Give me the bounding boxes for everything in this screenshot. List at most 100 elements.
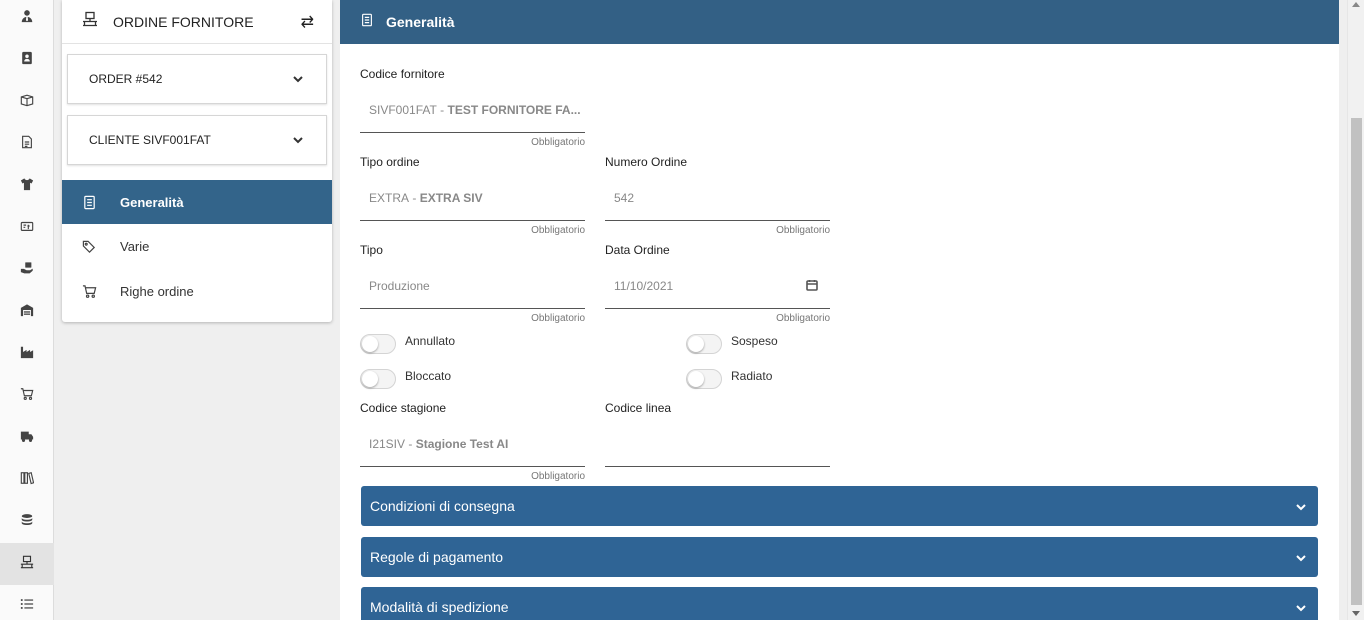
books-icon bbox=[20, 471, 35, 490]
field-code: I21SIV bbox=[369, 437, 406, 451]
nav-item-varie[interactable]: Varie bbox=[62, 224, 332, 268]
cart-icon bbox=[82, 284, 100, 299]
field-code: EXTRA bbox=[369, 191, 410, 205]
cart-icon bbox=[20, 387, 34, 406]
scroll-down-arrow-icon[interactable] bbox=[1352, 611, 1360, 616]
rail-item-truck[interactable] bbox=[0, 417, 54, 459]
nav-item-label: Varie bbox=[120, 238, 150, 254]
address-book-icon bbox=[20, 51, 34, 70]
user-tie-icon bbox=[20, 9, 34, 28]
field-label: Codice fornitore bbox=[360, 67, 445, 81]
client-dropdown[interactable]: CLIENTE SIVF001FAT bbox=[67, 115, 327, 165]
chevron-down-icon bbox=[1295, 551, 1307, 567]
toggle-track bbox=[686, 369, 722, 389]
toggle-track bbox=[360, 369, 396, 389]
rail-item-supplier-order[interactable] bbox=[0, 543, 54, 585]
required-hint: Obbligatorio bbox=[776, 225, 830, 236]
supplier-order-icon bbox=[20, 555, 34, 574]
coins-icon bbox=[20, 513, 34, 532]
required-hint: Obbligatorio bbox=[531, 471, 585, 482]
radiato-toggle[interactable]: Radiato bbox=[686, 369, 772, 389]
annullato-toggle[interactable]: Annullato bbox=[360, 334, 455, 354]
rail-item-user-tie[interactable] bbox=[0, 0, 54, 39]
document-list-icon bbox=[360, 13, 374, 32]
shirt-icon bbox=[20, 177, 34, 196]
chevron-down-icon bbox=[292, 134, 304, 146]
page-title: Generalità bbox=[386, 14, 455, 30]
bloccato-toggle[interactable]: Bloccato bbox=[360, 369, 451, 389]
nav-item-generalita[interactable]: Generalità bbox=[62, 180, 332, 224]
field-label: Codice linea bbox=[605, 401, 672, 415]
field-name: Stagione Test AI bbox=[415, 437, 509, 451]
box-open-icon bbox=[20, 93, 34, 112]
sospeso-toggle[interactable]: Sospeso bbox=[686, 334, 778, 354]
codice-linea-input[interactable] bbox=[605, 422, 830, 467]
nav-item-label: Generalità bbox=[120, 194, 184, 210]
file-invoice-icon bbox=[20, 219, 34, 238]
rail-item-hand-holding-box[interactable] bbox=[0, 249, 54, 291]
nav-item-label: Righe ordine bbox=[120, 283, 194, 299]
toggle-label: Bloccato bbox=[405, 369, 452, 383]
required-hint: Obbligatorio bbox=[531, 313, 585, 324]
required-hint: Obbligatorio bbox=[531, 225, 585, 236]
rail-item-books[interactable] bbox=[0, 459, 54, 501]
field-code: SIVF001FAT bbox=[369, 103, 437, 117]
hand-holding-box-icon bbox=[20, 261, 34, 280]
industry-icon bbox=[20, 345, 34, 364]
toggle-track bbox=[360, 334, 396, 354]
order-dropdown-label: ORDER #542 bbox=[89, 72, 163, 86]
supplier-order-icon bbox=[82, 11, 98, 32]
rail-item-file-invoice[interactable] bbox=[0, 207, 54, 249]
rail-item-shirt[interactable] bbox=[0, 165, 54, 207]
codice-fornitore-input[interactable]: SIVF001FAT - TEST FORNITORE FA... bbox=[360, 88, 585, 133]
main-header: Generalità bbox=[340, 0, 1339, 44]
page-scrollbar[interactable] bbox=[1347, 0, 1364, 620]
field-value: 11/10/2021 bbox=[614, 279, 674, 293]
required-hint: Obbligatorio bbox=[531, 137, 585, 148]
calendar-icon[interactable] bbox=[806, 279, 818, 294]
field-name: TEST FORNITORE FA... bbox=[447, 103, 581, 117]
rail-item-box-open[interactable] bbox=[0, 81, 54, 123]
field-label: Tipo ordine bbox=[360, 155, 420, 169]
section-label: Modalità di spedizione bbox=[370, 599, 509, 615]
required-hint: Obbligatorio bbox=[776, 313, 830, 324]
tipo-input[interactable]: Produzione bbox=[360, 264, 585, 309]
codice-stagione-input[interactable]: I21SIV - Stagione Test AI bbox=[360, 422, 585, 467]
rail-item-list[interactable] bbox=[0, 585, 54, 620]
rail-item-file-lines[interactable] bbox=[0, 123, 54, 165]
tipo-ordine-input[interactable]: EXTRA - EXTRA SIV bbox=[360, 176, 585, 221]
nav-item-righe-ordine[interactable]: Righe ordine bbox=[62, 269, 332, 313]
scroll-up-arrow-icon[interactable] bbox=[1352, 2, 1360, 7]
list-icon bbox=[20, 597, 34, 616]
tags-icon bbox=[82, 239, 100, 254]
rail-item-address-book[interactable] bbox=[0, 39, 54, 81]
scrollbar-thumb[interactable] bbox=[1351, 118, 1362, 605]
order-sidebar-header: ORDINE FORNITORE ⇄ bbox=[62, 0, 332, 44]
main-panel: Generalità Codice fornitore SIVF001FAT -… bbox=[340, 0, 1339, 620]
toggle-label: Radiato bbox=[731, 369, 773, 383]
order-sidebar-title: ORDINE FORNITORE bbox=[113, 13, 254, 30]
truck-icon bbox=[20, 429, 34, 448]
rail-item-industry[interactable] bbox=[0, 333, 54, 375]
rail-item-warehouse[interactable] bbox=[0, 291, 54, 333]
order-dropdown[interactable]: ORDER #542 bbox=[67, 54, 327, 104]
section-modalita-spedizione[interactable]: Modalità di spedizione bbox=[361, 587, 1318, 620]
section-regole-pagamento[interactable]: Regole di pagamento bbox=[361, 537, 1318, 577]
section-condizioni-consegna[interactable]: Condizioni di consegna bbox=[361, 486, 1318, 526]
icon-rail bbox=[0, 0, 54, 620]
warehouse-icon bbox=[20, 303, 34, 322]
rail-item-coins[interactable] bbox=[0, 501, 54, 543]
rail-item-cart[interactable] bbox=[0, 375, 54, 417]
client-dropdown-label: CLIENTE SIVF001FAT bbox=[89, 133, 211, 147]
field-label: Codice stagione bbox=[360, 401, 447, 415]
field-label: Numero Ordine bbox=[605, 155, 688, 169]
swap-icon[interactable]: ⇄ bbox=[301, 12, 314, 32]
section-label: Regole di pagamento bbox=[370, 549, 504, 565]
toggle-label: Annullato bbox=[405, 334, 456, 348]
chevron-down-icon bbox=[1295, 500, 1307, 516]
chevron-down-icon bbox=[1295, 601, 1307, 617]
data-ordine-input[interactable]: 11/10/2021 bbox=[605, 264, 830, 309]
chevron-down-icon bbox=[292, 73, 304, 85]
numero-ordine-input[interactable]: 542 bbox=[605, 176, 830, 221]
field-label: Data Ordine bbox=[605, 243, 670, 257]
